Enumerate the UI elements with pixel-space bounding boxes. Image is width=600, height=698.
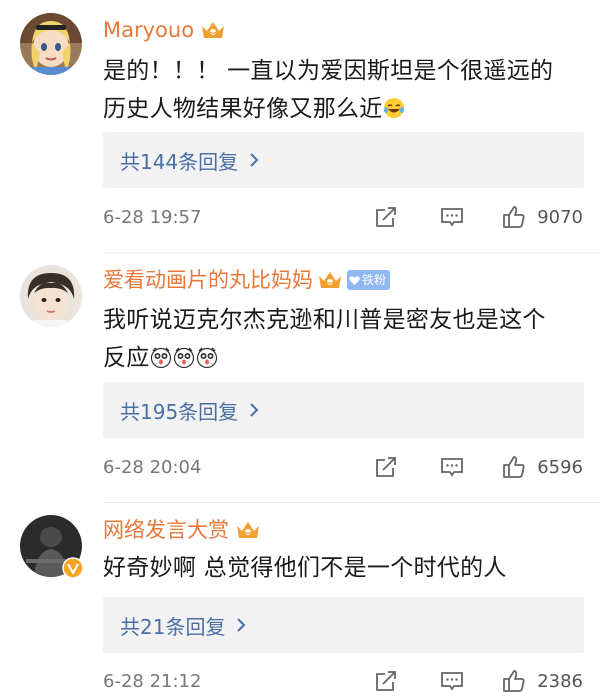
divider xyxy=(103,252,600,253)
crown-badge-icon xyxy=(202,22,225,38)
comment-line-text: 反应 xyxy=(103,345,150,371)
shocked-emoji-icon xyxy=(196,347,217,368)
verified-badge-icon xyxy=(62,557,84,579)
thumbs-up-icon xyxy=(503,670,525,692)
like-count: 2386 xyxy=(537,670,583,692)
share-button[interactable] xyxy=(373,454,399,480)
comment-text: 好奇妙啊 总觉得他们不是一个时代的人 xyxy=(103,549,583,587)
username[interactable]: 爱看动画片的丸比妈妈 铁粉 xyxy=(103,266,391,294)
comment-meta: 6-28 20:04 6596 xyxy=(103,453,583,481)
like-button[interactable]: 2386 xyxy=(501,668,583,694)
timestamp: 6-28 21:12 xyxy=(103,670,202,692)
like-button[interactable]: 9070 xyxy=(501,204,583,230)
chevron-right-icon xyxy=(237,618,246,632)
share-button[interactable] xyxy=(373,668,399,694)
heart-icon xyxy=(349,275,360,285)
comment-line: 是的！！！ 一直以为爱因斯坦是个很遥远的 xyxy=(103,58,554,84)
comment-icon xyxy=(441,208,464,227)
view-replies-button[interactable]: 共144条回复 xyxy=(103,132,584,188)
divider xyxy=(103,502,600,503)
comment-meta: 6-28 19:57 9070 xyxy=(103,203,583,231)
fan-badge: 铁粉 xyxy=(347,270,391,290)
username-text[interactable]: 网络发言大赏 xyxy=(103,516,229,544)
username[interactable]: Maryouo xyxy=(103,16,226,44)
username-text[interactable]: Maryouo xyxy=(103,16,194,44)
view-replies-button[interactable]: 共195条回复 xyxy=(103,382,584,438)
avatar[interactable] xyxy=(20,13,82,75)
replies-label: 共144条回复 xyxy=(120,149,239,174)
share-button[interactable] xyxy=(373,204,399,230)
chevron-right-icon xyxy=(250,403,259,417)
shocked-emoji-icon xyxy=(173,347,194,368)
comment-meta: 6-28 21:12 2386 xyxy=(103,667,583,695)
username[interactable]: 网络发言大赏 xyxy=(103,516,261,544)
chevron-right-icon xyxy=(250,153,259,167)
like-button[interactable]: 6596 xyxy=(501,454,583,480)
comment-line-text: 历史人物结果好像又那么近 xyxy=(103,96,383,122)
laugh-cry-emoji-icon xyxy=(383,98,404,118)
shocked-emoji-icon xyxy=(150,347,171,368)
view-replies-button[interactable]: 共21条回复 xyxy=(103,597,584,653)
comment-line: 反应 xyxy=(103,339,583,377)
comment-button[interactable] xyxy=(439,668,465,694)
share-icon xyxy=(376,671,397,691)
replies-label: 共195条回复 xyxy=(120,399,239,424)
timestamp: 6-28 19:57 xyxy=(103,206,202,228)
comment-line: 我听说迈克尔杰克逊和川普是密友也是这个 xyxy=(103,307,546,333)
comment-text: 我听说迈克尔杰克逊和川普是密友也是这个 反应 xyxy=(103,301,583,377)
crown-badge-icon xyxy=(319,272,341,288)
avatar[interactable] xyxy=(20,265,82,327)
timestamp: 6-28 20:04 xyxy=(103,456,202,478)
comment-line: 历史人物结果好像又那么近 xyxy=(103,90,583,128)
comment-icon xyxy=(441,458,464,477)
username-text[interactable]: 爱看动画片的丸比妈妈 xyxy=(103,266,313,294)
like-count: 6596 xyxy=(537,456,583,478)
comment-line: 好奇妙啊 总觉得他们不是一个时代的人 xyxy=(103,555,507,581)
comment-button[interactable] xyxy=(439,204,465,230)
thumbs-up-icon xyxy=(503,456,525,478)
comment-icon xyxy=(441,672,464,691)
comment-text: 是的！！！ 一直以为爱因斯坦是个很遥远的 历史人物结果好像又那么近 xyxy=(103,52,583,128)
crown-badge-icon xyxy=(237,522,259,538)
share-icon xyxy=(376,457,397,477)
comment-button[interactable] xyxy=(439,454,465,480)
thumbs-up-icon xyxy=(503,206,525,228)
fan-badge-label: 铁粉 xyxy=(362,273,387,287)
replies-label: 共21条回复 xyxy=(120,614,226,639)
like-count: 9070 xyxy=(537,206,583,228)
share-icon xyxy=(376,207,397,227)
